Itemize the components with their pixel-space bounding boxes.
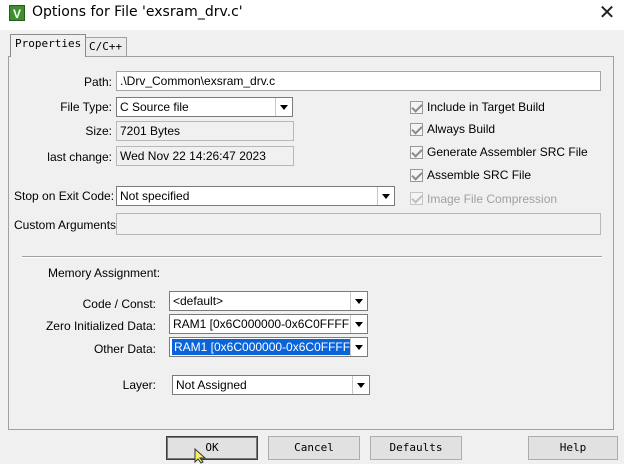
- stop-on-exit-select[interactable]: Not specified: [116, 186, 395, 206]
- defaults-button[interactable]: Defaults: [370, 436, 462, 460]
- chevron-down-icon[interactable]: [352, 376, 369, 394]
- size-label: Size:: [85, 124, 112, 138]
- zero-init-value: RAM1 [0x6C000000-0x6C0FFFFF]: [173, 317, 360, 331]
- zero-init-select[interactable]: RAM1 [0x6C000000-0x6C0FFFFF]: [169, 314, 368, 334]
- chevron-down-icon[interactable]: [377, 187, 394, 205]
- always-build-checkbox[interactable]: [410, 123, 423, 136]
- always-build-label: Always Build: [427, 122, 496, 136]
- layer-value: Not Assigned: [176, 378, 247, 392]
- chevron-down-icon[interactable]: [350, 315, 367, 333]
- layer-label: Layer:: [122, 378, 156, 392]
- last-change-label: last change:: [47, 150, 112, 164]
- code-const-select[interactable]: <default>: [169, 291, 368, 311]
- last-change-field: Wed Nov 22 14:26:47 2023: [116, 146, 294, 166]
- size-field: 7201 Bytes: [116, 121, 294, 141]
- tab-c-cpp[interactable]: C/C++: [84, 37, 128, 57]
- keil-app-icon: V: [9, 5, 25, 21]
- chevron-down-icon[interactable]: [350, 338, 367, 356]
- memory-separator: [22, 256, 602, 258]
- code-const-label: Code / Const:: [82, 297, 156, 311]
- memory-assignment-heading: Memory Assignment:: [48, 266, 161, 280]
- other-data-value: RAM1 [0x6C000000-0x6C0FFFFF]: [172, 339, 363, 355]
- stop-on-exit-value: Not specified: [120, 189, 190, 203]
- custom-args-label: Custom Arguments:: [14, 218, 120, 232]
- path-field[interactable]: .\Drv_Common\exsram_drv.c: [116, 71, 601, 91]
- window-title: Options for File 'exsram_drv.c': [32, 4, 243, 20]
- image-compression-label: Image File Compression: [427, 192, 558, 206]
- include-in-build-checkbox[interactable]: [410, 101, 423, 114]
- cancel-button[interactable]: Cancel: [268, 436, 360, 460]
- mouse-cursor-icon: [194, 448, 207, 464]
- generate-asm-src-label: Generate Assembler SRC File: [427, 145, 588, 159]
- zero-init-label: Zero Initialized Data:: [45, 319, 156, 333]
- tab-properties[interactable]: Properties: [10, 34, 87, 57]
- chevron-down-icon[interactable]: [275, 98, 292, 116]
- file-type-value: C Source file: [120, 100, 189, 114]
- assemble-src-label: Assemble SRC File: [427, 168, 532, 182]
- title-bar: V Options for File 'exsram_drv.c' ✕: [0, 0, 624, 30]
- other-data-label: Other Data:: [93, 342, 156, 356]
- include-in-build-label: Include in Target Build: [427, 100, 545, 114]
- file-type-select[interactable]: C Source file: [116, 97, 293, 117]
- generate-asm-src-checkbox[interactable]: [410, 146, 423, 159]
- help-button[interactable]: Help: [528, 436, 618, 460]
- stop-on-exit-label: Stop on Exit Code:: [14, 189, 115, 203]
- image-compression-checkbox: [410, 192, 423, 205]
- layer-select[interactable]: Not Assigned: [172, 375, 370, 395]
- close-icon[interactable]: ✕: [590, 0, 624, 28]
- other-data-select[interactable]: RAM1 [0x6C000000-0x6C0FFFFF]: [169, 337, 368, 357]
- assemble-src-checkbox[interactable]: [410, 169, 423, 182]
- ok-button[interactable]: OK: [166, 436, 258, 460]
- path-label: Path:: [83, 75, 112, 89]
- chevron-down-icon[interactable]: [350, 292, 367, 310]
- custom-args-field: [116, 213, 601, 235]
- code-const-value: <default>: [173, 294, 224, 308]
- file-type-label: File Type:: [60, 100, 112, 114]
